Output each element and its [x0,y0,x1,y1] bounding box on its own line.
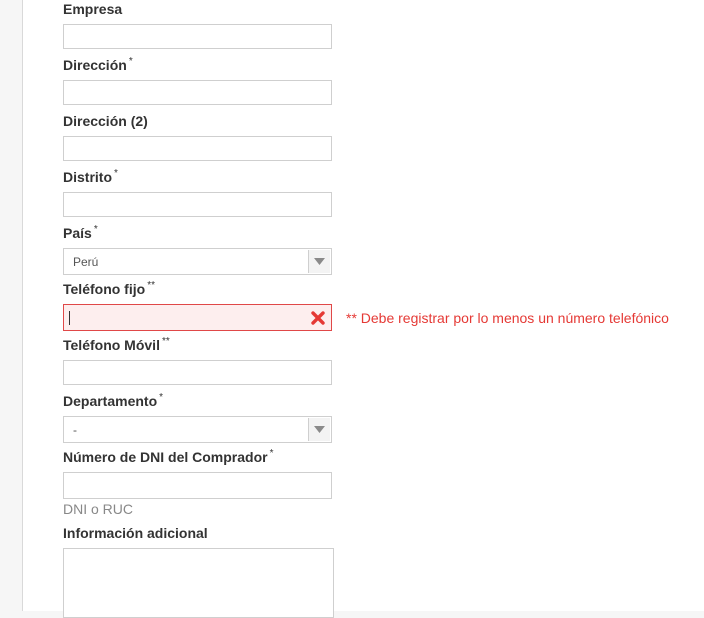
required-marker: * [93,224,98,235]
required-marker: ** [147,280,155,291]
required-marker: * [114,168,118,179]
pais-select[interactable]: Perú [63,248,332,275]
telefono-movil-input[interactable] [63,360,332,385]
required-marker: * [128,56,133,67]
close-x-icon[interactable] [311,311,325,325]
pais-label: País * [63,224,98,241]
info-adicional-textarea[interactable] [63,548,334,618]
telefono-fijo-label: Teléfono fijo ** [63,280,155,297]
departamento-select[interactable]: - [63,416,332,443]
empresa-label: Empresa [63,1,123,17]
dni-label: Número de DNI del Comprador * [63,448,274,465]
info-adicional-label: Información adicional [63,525,208,541]
chevron-down-icon [314,258,325,265]
pais-select-value: Perú [73,255,99,269]
direccion-label: Dirección * [63,56,133,73]
checkout-form-panel: Empresa Dirección * Dirección (2) Distrit… [22,0,704,618]
required-marker: * [269,448,274,459]
dni-help-text: DNI o RUC [63,501,134,517]
telefono-error-message: ** Debe registrar por lo menos un número… [346,310,669,326]
direccion-input[interactable] [63,80,332,105]
distrito-label: Distrito * [63,168,118,185]
required-marker: ** [161,336,170,347]
chevron-down-icon [314,426,325,433]
departamento-select-value: - [73,423,77,437]
telefono-fijo-input[interactable] [63,304,332,331]
distrito-input[interactable] [63,192,332,217]
text-cursor [69,311,70,325]
telefono-movil-label: Teléfono Móvil ** [63,336,170,353]
departamento-label: Departamento * [63,392,164,409]
pais-select-toggle[interactable] [308,250,330,273]
departamento-select-toggle[interactable] [308,418,330,441]
direccion2-input[interactable] [63,136,332,161]
dni-input[interactable] [63,472,332,499]
required-marker: * [159,392,164,403]
empresa-input[interactable] [63,24,332,49]
direccion2-label: Dirección (2) [63,113,148,129]
